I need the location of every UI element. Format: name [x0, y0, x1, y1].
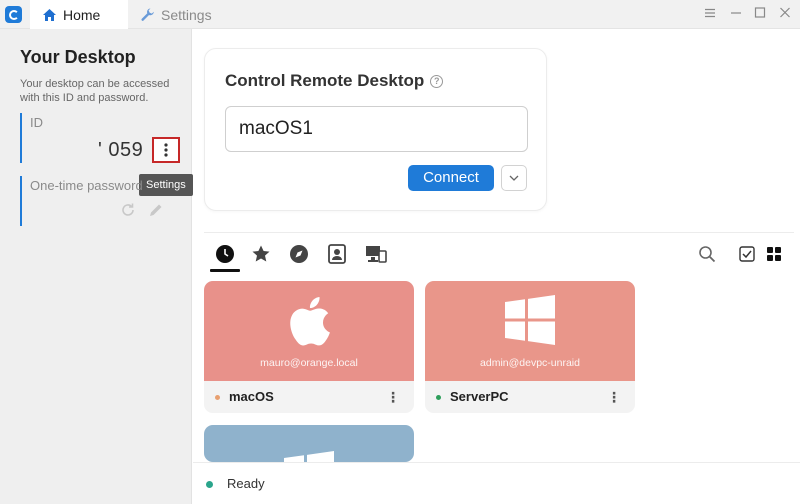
- peer-card[interactable]: admin@devpc-unraid ServerPC ⋮: [425, 281, 635, 413]
- favorites-icon: [252, 245, 270, 262]
- close-icon[interactable]: [778, 7, 792, 21]
- peer-more-options-icon[interactable]: ⋮: [607, 389, 621, 406]
- maximize-icon[interactable]: [753, 7, 767, 21]
- address-book-tab[interactable]: [325, 242, 349, 266]
- control-remote-title-text: Control Remote Desktop: [225, 71, 425, 90]
- search-tab[interactable]: [695, 242, 719, 266]
- connect-options-button[interactable]: [501, 165, 527, 191]
- home-icon: [42, 8, 57, 22]
- accessible-devices-icon: [366, 246, 387, 263]
- peer-tabs: [204, 232, 794, 272]
- select-mode-button[interactable]: [735, 242, 759, 266]
- peer-card[interactable]: [204, 425, 414, 462]
- help-icon[interactable]: ?: [430, 74, 444, 88]
- peer-status-dot: [436, 395, 441, 400]
- favorites-tab[interactable]: [249, 242, 273, 266]
- tab-settings[interactable]: Settings: [136, 0, 212, 29]
- refresh-icon[interactable]: [120, 202, 136, 223]
- id-value[interactable]: ' 059: [98, 139, 143, 162]
- checkbox-icon: [739, 246, 755, 262]
- status-indicator-dot: [206, 481, 213, 488]
- connect-button[interactable]: Connect: [408, 165, 494, 191]
- peer-status-dot: [215, 395, 220, 400]
- windows-logo-icon: [505, 295, 555, 345]
- your-desktop-title: Your Desktop: [20, 47, 136, 67]
- app-logo-icon: [5, 6, 22, 23]
- id-options-button[interactable]: [152, 137, 180, 163]
- tab-home[interactable]: Home: [30, 0, 128, 29]
- status-text: Ready: [227, 476, 265, 491]
- peer-footer: macOS ⋮: [204, 381, 414, 413]
- recent-icon: [216, 245, 234, 263]
- peer-name: macOS: [229, 389, 274, 404]
- peer-footer: ServerPC ⋮: [425, 381, 635, 413]
- control-remote-card: Control Remote Desktop ? Connect: [204, 48, 547, 211]
- title-bar: Home Settings: [0, 0, 800, 29]
- remote-id-input[interactable]: [225, 106, 528, 152]
- grid-view-button[interactable]: [762, 242, 786, 266]
- search-icon: [699, 246, 716, 263]
- id-label: ID: [30, 115, 43, 130]
- your-desktop-panel: Your Desktop Your desktop can be accesse…: [0, 29, 193, 504]
- peer-more-options-icon[interactable]: ⋮: [386, 389, 400, 406]
- menu-icon[interactable]: [703, 7, 717, 21]
- tab-settings-label: Settings: [161, 6, 212, 23]
- grid-view-icon: [767, 247, 781, 261]
- peer-card[interactable]: mauro@orange.local macOS ⋮: [204, 281, 414, 413]
- apple-logo-icon: [290, 297, 330, 346]
- peer-user: mauro@orange.local: [260, 357, 358, 369]
- active-tab-indicator: [210, 269, 240, 272]
- recent-tab[interactable]: [213, 242, 237, 266]
- accessible-devices-tab[interactable]: [364, 242, 388, 266]
- peer-thumbnail: [204, 425, 414, 462]
- discovered-tab[interactable]: [287, 242, 311, 266]
- status-bar: Ready: [193, 462, 800, 504]
- address-book-icon: [328, 244, 346, 264]
- wrench-icon: [140, 7, 155, 22]
- otp-label: One-time password: [30, 178, 143, 193]
- otp-actions: [120, 202, 164, 223]
- discovered-icon: [290, 245, 308, 263]
- control-remote-title: Control Remote Desktop ?: [225, 71, 444, 91]
- your-desktop-description: Your desktop can be accessed with this I…: [20, 78, 170, 104]
- edit-pencil-icon[interactable]: [148, 202, 164, 223]
- peer-user: admin@devpc-unraid: [480, 357, 580, 369]
- chevron-down-icon: [509, 175, 519, 181]
- kebab-menu-icon: [164, 143, 168, 157]
- tab-home-label: Home: [63, 6, 101, 23]
- windows-logo-icon: [284, 451, 334, 462]
- peer-name: ServerPC: [450, 389, 509, 404]
- minimize-icon[interactable]: [729, 7, 743, 21]
